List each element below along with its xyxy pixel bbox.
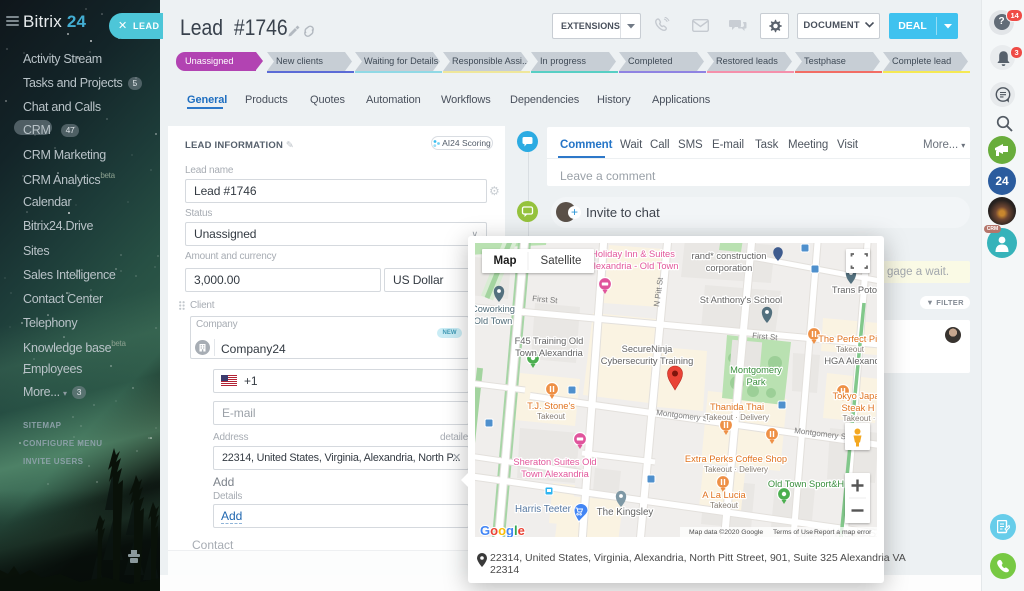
svg-text:Town Alexandria: Town Alexandria bbox=[515, 348, 584, 358]
svg-text:The Kingsley: The Kingsley bbox=[597, 507, 654, 518]
svg-text:Extra Perks Coffee Shop: Extra Perks Coffee Shop bbox=[685, 454, 787, 464]
svg-text:Steak H: Steak H bbox=[841, 403, 874, 413]
svg-text:T.J. Stone's: T.J. Stone's bbox=[527, 401, 575, 411]
svg-text:Takeout ·: Takeout · bbox=[843, 414, 876, 423]
svg-text:Montgomery: Montgomery bbox=[730, 365, 782, 375]
svg-text:Tokyo Japa: Tokyo Japa bbox=[832, 391, 880, 401]
svg-text:Town Alexandria: Town Alexandria bbox=[521, 469, 590, 479]
svg-text:St Anthony's School: St Anthony's School bbox=[700, 295, 782, 305]
svg-text:Harris Teeter: Harris Teeter bbox=[515, 504, 572, 515]
svg-text:rand* construction: rand* construction bbox=[692, 251, 767, 261]
svg-text:Report a map error: Report a map error bbox=[814, 529, 872, 536]
svg-text:Satellite: Satellite bbox=[541, 255, 582, 267]
svg-text:Map: Map bbox=[494, 255, 517, 267]
svg-text:Takeout · Delivery: Takeout · Delivery bbox=[705, 413, 769, 422]
svg-text:Trans Potor: Trans Potor bbox=[832, 285, 880, 295]
svg-text:Thanida Thai: Thanida Thai bbox=[710, 402, 764, 412]
svg-text:Coworking: Coworking bbox=[471, 304, 515, 314]
svg-text:Google: Google bbox=[480, 523, 525, 538]
svg-text:SecureNinja: SecureNinja bbox=[622, 344, 673, 354]
svg-text:Sheraton Suites Old: Sheraton Suites Old bbox=[513, 457, 596, 467]
svg-text:Park: Park bbox=[746, 377, 765, 387]
svg-text:Takeout: Takeout bbox=[710, 501, 739, 510]
svg-text:Holiday Inn & Suites: Holiday Inn & Suites bbox=[591, 249, 675, 259]
svg-text:HGA Alexand: HGA Alexand bbox=[824, 356, 879, 366]
svg-text:A La Lucia: A La Lucia bbox=[702, 490, 746, 500]
svg-text:Alexandria - Old Town: Alexandria - Old Town bbox=[588, 261, 679, 271]
svg-text:Cybersecurity Training: Cybersecurity Training bbox=[601, 356, 694, 366]
svg-text:Takeout: Takeout bbox=[537, 412, 566, 421]
svg-text:The Perfect Pit: The Perfect Pit bbox=[818, 334, 880, 344]
svg-text:F45 Training Old: F45 Training Old bbox=[515, 336, 584, 346]
svg-text:Takeout · Delivery: Takeout · Delivery bbox=[704, 465, 768, 474]
svg-text:Takeout: Takeout bbox=[836, 345, 865, 354]
svg-text:Old Town Sport&H: Old Town Sport&H bbox=[768, 479, 844, 489]
svg-text:Terms of Use: Terms of Use bbox=[773, 529, 813, 536]
svg-text:Old Town: Old Town bbox=[474, 316, 513, 326]
svg-text:Map data ©2020 Google: Map data ©2020 Google bbox=[689, 528, 763, 536]
svg-text:corporation: corporation bbox=[706, 263, 753, 273]
